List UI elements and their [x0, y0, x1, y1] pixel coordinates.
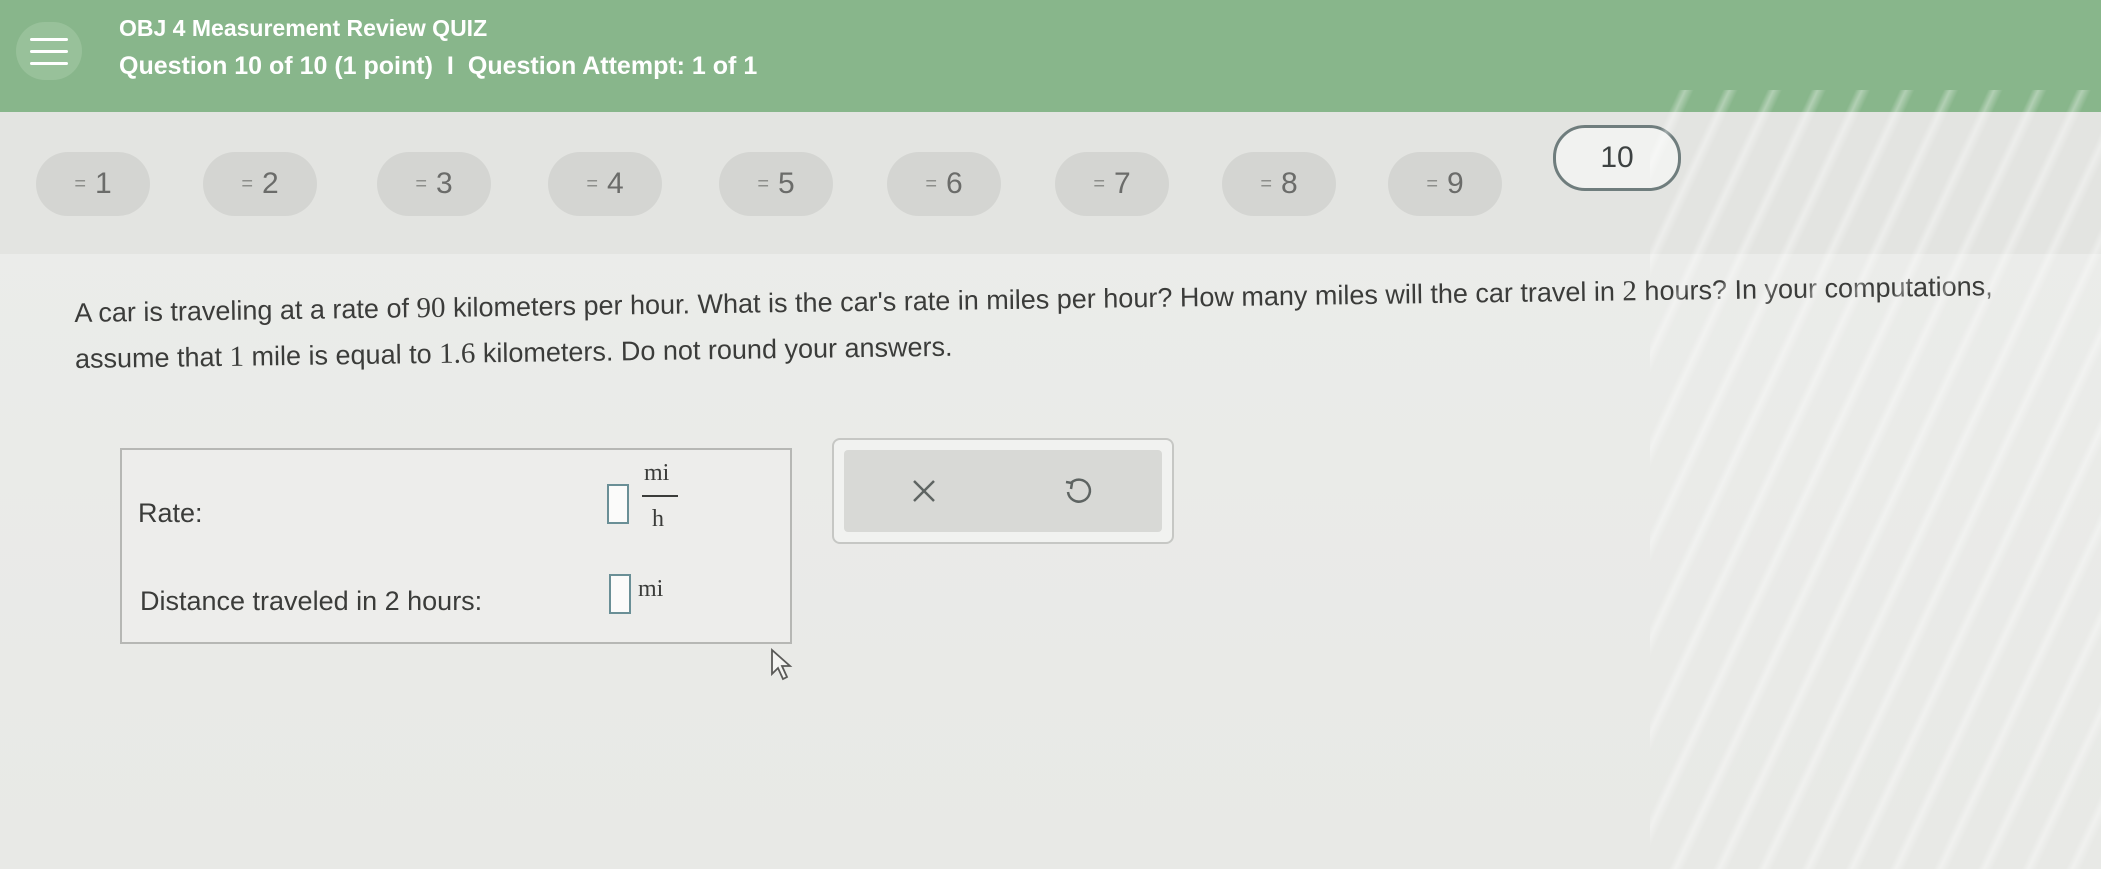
question-nav: = 1 = 2 = 3 = 4 = 5 = 6 = 7 = 8 = 9 10 — [0, 112, 2101, 254]
question-nav-item[interactable]: = 3 — [377, 152, 491, 216]
close-icon — [913, 480, 935, 502]
rate-unit-denominator: h — [652, 506, 664, 532]
question-text-part: A car is traveling at a rate of — [74, 293, 417, 328]
question-number: 4 — [607, 167, 624, 200]
answered-icon: = — [1260, 172, 1272, 195]
question-number: 9 — [1447, 167, 1464, 200]
fraction-bar — [642, 495, 678, 497]
quiz-page: OBJ 4 Measurement Review QUIZ Question 1… — [0, 0, 2101, 869]
question-text: A car is traveling at a rate of 90 kilom… — [74, 262, 2065, 382]
header-bar: OBJ 4 Measurement Review QUIZ Question 1… — [0, 0, 2101, 112]
tool-panel — [832, 438, 1174, 544]
question-number: 2 — [262, 167, 279, 200]
rate-unit-numerator: mi — [644, 460, 670, 486]
question-text-part: kilometers. Do not round your answers. — [475, 331, 953, 369]
question-value: 90 — [416, 291, 446, 325]
undo-button[interactable] — [1048, 461, 1108, 521]
question-value: 1.6 — [438, 337, 476, 370]
separator: I — [446, 52, 454, 80]
question-number: 5 — [778, 167, 795, 200]
question-progress: Question 10 of 10 (1 point) — [119, 52, 433, 80]
answered-icon: = — [586, 172, 598, 195]
answered-icon: = — [1093, 172, 1105, 195]
menu-icon — [30, 49, 68, 53]
quiz-subtitle: Question 10 of 10 (1 point) I Question Att… — [119, 52, 757, 81]
question-number: 8 — [1281, 167, 1298, 200]
question-text-part: kilometers per hour. What is the car's r… — [445, 276, 1623, 323]
answered-icon: = — [241, 172, 253, 195]
question-nav-item[interactable]: = 8 — [1222, 152, 1336, 216]
question-nav-item[interactable]: = 6 — [887, 152, 1001, 216]
question-nav-item[interactable]: = 9 — [1388, 152, 1502, 216]
question-number: 3 — [436, 167, 453, 200]
answered-icon: = — [925, 172, 937, 195]
answered-icon: = — [1426, 172, 1438, 195]
answered-icon: = — [757, 172, 769, 195]
distance-unit: mi — [638, 576, 664, 602]
menu-icon — [30, 61, 68, 65]
question-nav-item[interactable]: = 4 — [548, 152, 662, 216]
question-nav-item[interactable]: = 1 — [36, 152, 150, 216]
question-text-part: mile is equal to — [243, 338, 440, 372]
clear-button[interactable] — [894, 461, 954, 521]
answered-icon: = — [74, 172, 86, 195]
question-number: 7 — [1114, 167, 1131, 200]
rate-input[interactable] — [607, 484, 629, 524]
rate-label: Rate: — [138, 498, 203, 528]
question-value: 2 — [1622, 275, 1638, 308]
distance-input[interactable] — [609, 574, 631, 614]
answered-icon: = — [415, 172, 427, 195]
answer-panel: Rate: mi h Distance traveled in 2 hours:… — [120, 448, 792, 644]
menu-button[interactable] — [16, 22, 82, 80]
undo-icon — [1065, 478, 1092, 503]
quiz-title: OBJ 4 Measurement Review QUIZ — [119, 15, 488, 41]
question-nav-item[interactable]: = 5 — [719, 152, 833, 216]
attempt-count: Question Attempt: 1 of 1 — [467, 52, 758, 80]
tool-panel-inner — [844, 450, 1162, 532]
distance-label: Distance traveled in 2 hours: — [140, 586, 483, 616]
mouse-cursor-icon — [770, 647, 798, 689]
question-number: 6 — [946, 167, 963, 200]
question-value: 1 — [229, 340, 245, 373]
menu-icon — [30, 37, 68, 41]
question-nav-item[interactable]: = 2 — [203, 152, 317, 216]
question-number: 10 — [1600, 141, 1634, 174]
question-nav-item[interactable]: = 7 — [1055, 152, 1169, 216]
question-nav-item-current[interactable]: 10 — [1553, 125, 1681, 191]
question-number: 1 — [95, 167, 112, 200]
